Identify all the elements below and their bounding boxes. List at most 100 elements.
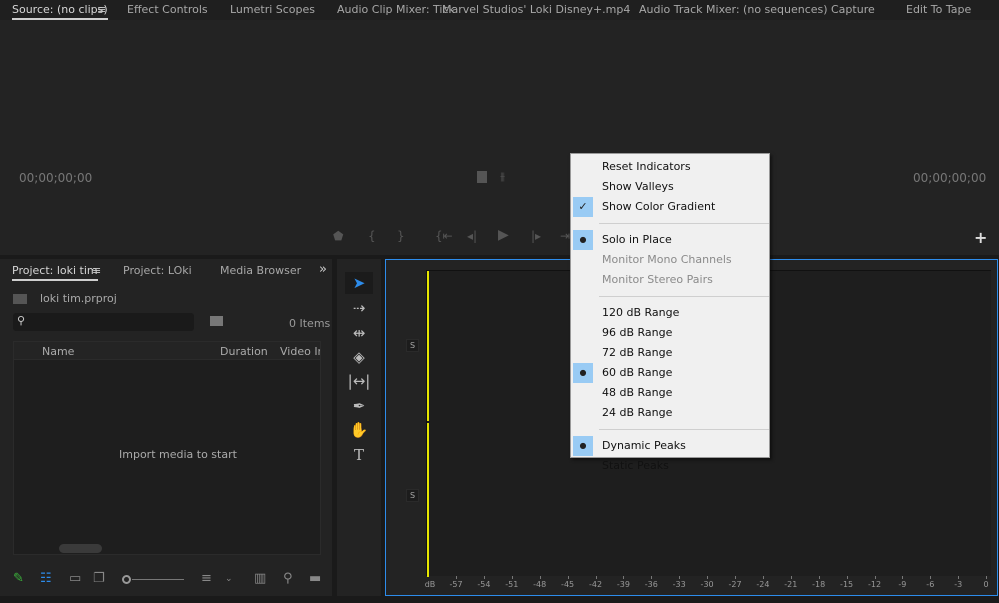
solo-button-right[interactable]: S [406,489,419,502]
tab-audio-track-mixer[interactable]: Audio Track Mixer: (no sequences) [639,3,828,16]
automate-to-sequence-icon[interactable]: ▥ [254,571,266,586]
list-view-icon[interactable]: ☷ [40,571,52,586]
column-video-in-point[interactable]: Video In P [280,345,320,358]
db-tick-label: -27 [728,580,742,589]
db-tick-label: -12 [867,580,882,589]
panel-menu-icon[interactable]: ≡ [97,3,106,16]
source-monitor [0,20,999,255]
menu-item-60-db-range[interactable]: ● 60 dB Range [571,363,769,383]
tab-project-loki-tim[interactable]: Project: loki tim [12,264,98,281]
ripple-edit-tool-icon[interactable]: ⇹ [345,322,373,344]
column-headers: Name Duration Video In P [14,342,320,360]
db-tick-mark [958,576,960,579]
menu-separator [599,296,769,297]
menu-item-120-db-range[interactable]: 120 dB Range [571,303,769,323]
db-tick-mark [762,576,764,579]
tab-audio-clip-mixer[interactable]: Audio Clip Mixer: Tick [337,3,455,16]
menu-item-monitor-stereo-pairs: Monitor Stereo Pairs [571,270,769,290]
find-in-bin-icon[interactable] [210,316,223,326]
menu-item-label: Show Valleys [602,180,674,193]
slip-tool-icon[interactable]: |↔| [345,370,373,392]
menu-separator [599,429,769,430]
tab-capture[interactable]: Capture [831,3,875,16]
meter-bar-left [427,271,429,421]
type-tool-icon[interactable]: T [345,444,373,466]
project-file-name: loki tim.prproj [40,292,117,305]
db-tick-mark [874,576,876,579]
items-count: 0 Items [289,317,331,330]
menu-item-show-valleys[interactable]: Show Valleys [571,177,769,197]
column-name[interactable]: Name [42,345,74,358]
tab-program-clip[interactable]: Marvel Studios' Loki Disney+.mp4 [442,3,630,16]
icon-view-icon[interactable]: ▭ [69,571,81,586]
db-tick-label: -33 [672,580,686,589]
db-tick-mark [483,576,485,579]
db-tick-label: -9 [898,580,907,589]
track-select-forward-tool-icon[interactable]: ⇢ [345,297,373,319]
play-icon[interactable]: ▶ [498,227,509,243]
razor-tool-icon[interactable]: ◈ [345,346,373,368]
menu-item-static-peaks[interactable]: Static Peaks [571,456,769,476]
project-search-input[interactable]: ⚲ [13,313,194,331]
db-tick-mark [818,576,820,579]
hand-tool-icon[interactable]: ✋ [345,419,373,441]
tab-media-browser[interactable]: Media Browser [220,264,301,277]
pencil-icon[interactable]: ✎ [13,571,24,586]
sort-icons-icon[interactable]: ≡ [201,571,212,586]
tab-edit-to-tape[interactable]: Edit To Tape [906,3,971,16]
chevron-down-icon[interactable]: ⌄ [225,574,233,584]
panel-menu-icon[interactable]: ≡ [92,264,101,277]
selection-tool-icon[interactable]: ➤ [345,272,373,294]
overflow-chevron-icon[interactable]: » [319,262,327,277]
button-editor-add-icon[interactable]: + [974,228,987,247]
pen-tool-icon[interactable]: ✒ [345,395,373,417]
menu-item-48-db-range[interactable]: 48 dB Range [571,383,769,403]
menu-item-show-color-gradient[interactable]: ✓ Show Color Gradient [571,197,769,217]
column-duration[interactable]: Duration [220,345,268,358]
db-tick-label: -24 [756,580,770,589]
find-icon[interactable]: ⚲ [283,571,293,586]
step-forward-icon[interactable]: |▸ [531,229,541,243]
project-panel: Project: loki tim ≡ Project: LOki Media … [0,259,332,596]
db-tick-mark [623,576,625,579]
menu-item-24-db-range[interactable]: 24 dB Range [571,403,769,423]
go-to-out-icon[interactable]: ⇥ [560,229,570,243]
solo-button-left[interactable]: S [406,339,419,352]
mark-out-icon[interactable]: } [397,229,405,243]
db-tick-label: -42 [588,580,603,589]
horizontal-scrollbar[interactable] [59,544,102,553]
menu-item-72-db-range[interactable]: 72 dB Range [571,343,769,363]
radio-dot-icon: ● [573,230,593,250]
menu-item-label: Solo in Place [602,233,672,246]
menu-item-label: Static Peaks [602,459,669,472]
source-timecode-right: 00;00;00;00 [913,171,987,185]
mark-in-icon[interactable]: { [368,229,376,243]
new-bin-icon[interactable]: ▬ [309,571,321,586]
tab-source[interactable]: Source: (no clips) [12,3,108,20]
tab-project-loki[interactable]: Project: LOki [123,264,192,277]
tab-lumetri-scopes[interactable]: Lumetri Scopes [230,3,315,16]
source-timecode-left[interactable]: 00;00;00;00 [19,171,92,185]
audio-waveform-icon[interactable]: ⫵ [500,170,505,184]
db-tick-label: -57 [449,580,463,589]
menu-item-96-db-range[interactable]: 96 dB Range [571,323,769,343]
zoom-slider[interactable] [132,579,184,580]
tab-effect-controls[interactable]: Effect Controls [127,3,208,16]
freeform-view-icon[interactable]: ❐ [93,571,105,586]
drop-frame-icon[interactable] [477,171,487,183]
menu-item-label: Show Color Gradient [602,200,716,213]
go-to-in-icon[interactable]: {⇤ [435,229,453,243]
menu-item-monitor-mono-channels: Monitor Mono Channels [571,250,769,270]
menu-separator [599,223,769,224]
step-back-icon[interactable]: ◂| [467,229,477,243]
menu-item-dynamic-peaks[interactable]: ● Dynamic Peaks [571,436,769,456]
menu-item-solo-in-place[interactable]: ● Solo in Place [571,230,769,250]
folder-up-icon[interactable] [13,294,27,304]
project-list: Name Duration Video In P Import media to… [13,341,321,555]
zoom-slider-handle[interactable] [122,575,131,584]
menu-item-reset-indicators[interactable]: Reset Indicators [571,157,769,177]
add-marker-icon[interactable]: ⬟ [333,229,343,243]
menu-item-label: 60 dB Range [602,366,673,379]
radio-dot-icon: ● [573,436,593,456]
db-tick-mark [986,576,988,579]
